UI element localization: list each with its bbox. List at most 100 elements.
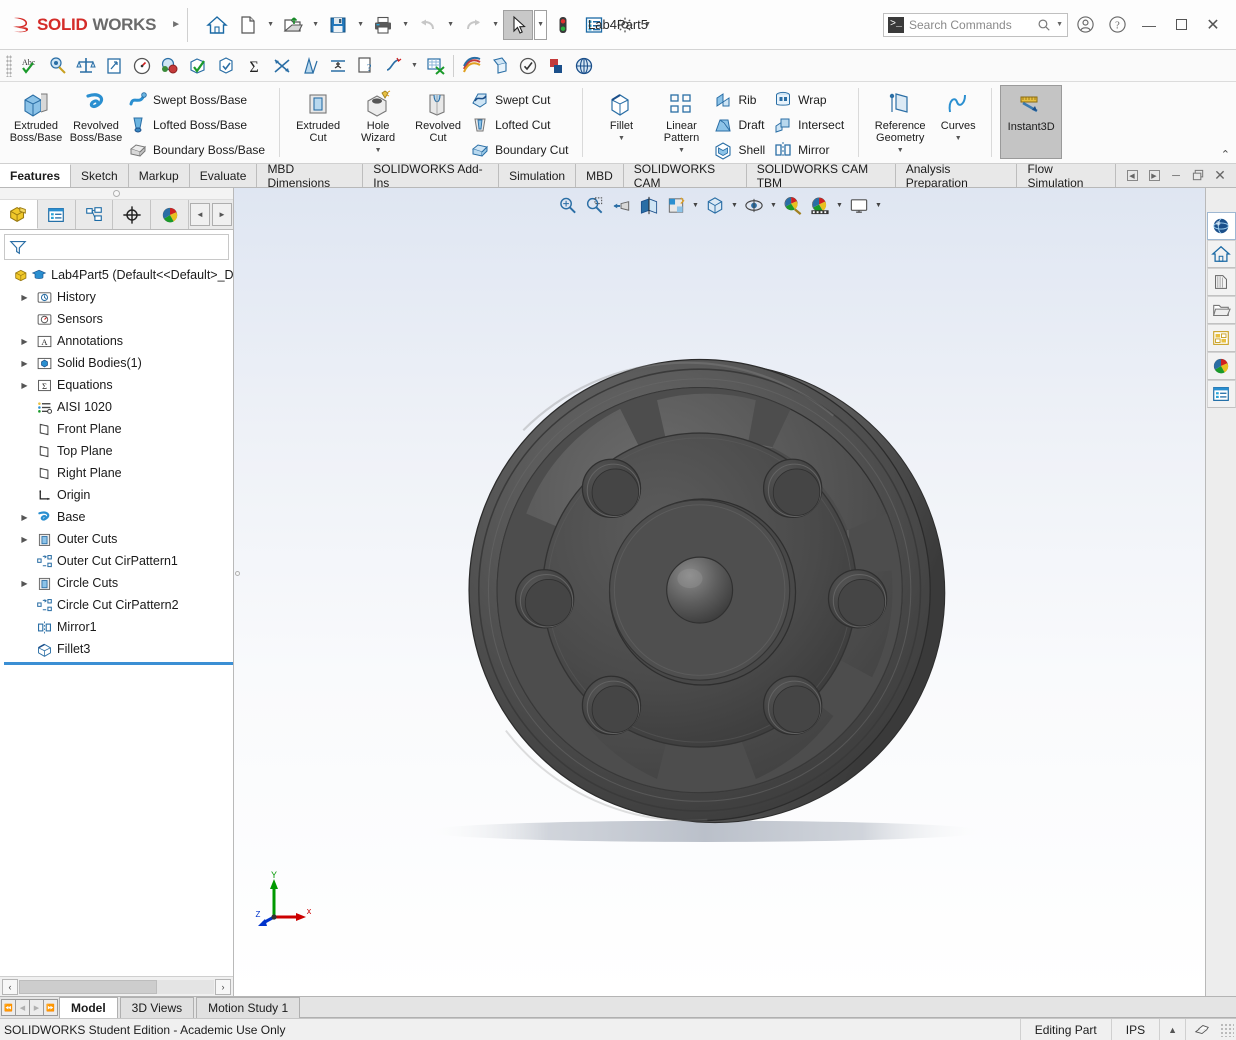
- curvature-icon[interactable]: [380, 52, 408, 80]
- expander[interactable]: ▶: [18, 535, 31, 544]
- design-library-home-icon[interactable]: [1206, 240, 1236, 268]
- statistics-icon[interactable]: Σ: [240, 52, 268, 80]
- expander[interactable]: ▶: [18, 381, 31, 390]
- feature-filter-bar[interactable]: [4, 234, 229, 260]
- intersect-button[interactable]: Intersect: [771, 112, 850, 137]
- zebra-stripes-icon[interactable]: [458, 52, 486, 80]
- fillet-dropdown[interactable]: ▼: [618, 133, 625, 145]
- view-orientation-dropdown[interactable]: ▼: [690, 193, 701, 217]
- tab-features[interactable]: Features: [0, 164, 72, 187]
- tree-node-circle-cut-cirpattern2[interactable]: ▶ Circle Cut CirPattern2: [4, 594, 233, 616]
- tab-simulation[interactable]: Simulation: [499, 164, 577, 187]
- custom-properties-icon[interactable]: [1206, 380, 1236, 408]
- revolved-cut-button[interactable]: Revolved Cut: [408, 85, 468, 144]
- compare-documents-icon[interactable]: ?: [352, 52, 380, 80]
- resize-grip[interactable]: [1220, 1022, 1234, 1037]
- solidworks-resources-icon[interactable]: [1206, 212, 1236, 240]
- status-units[interactable]: IPS: [1110, 1018, 1159, 1040]
- hscroll-thumb[interactable]: [19, 979, 157, 994]
- previous-tab-button[interactable]: ◀: [15, 999, 30, 1016]
- dimxpert-manager-tab[interactable]: [113, 200, 152, 229]
- hide-show-items-dropdown[interactable]: ▼: [768, 193, 779, 217]
- previous-view-icon[interactable]: [609, 193, 635, 217]
- expander[interactable]: ▶: [18, 337, 31, 346]
- extruded-cut-button[interactable]: Extruded Cut: [288, 85, 348, 144]
- geometry-check-icon[interactable]: [212, 52, 240, 80]
- feature-tree-tab[interactable]: [0, 200, 38, 229]
- redo-icon[interactable]: [458, 10, 488, 40]
- select-dropdown[interactable]: ▼: [534, 9, 548, 40]
- zoom-to-area-icon[interactable]: [582, 193, 608, 217]
- save-icon[interactable]: [323, 10, 353, 40]
- document-minimize-icon[interactable]: ─: [1166, 166, 1186, 186]
- tab-solidworks-add-ins[interactable]: SOLIDWORKS Add-Ins: [363, 162, 500, 190]
- new-document-icon[interactable]: [233, 10, 263, 40]
- feature-tree-hscrollbar[interactable]: ‹ ›: [0, 976, 233, 996]
- import-diagnostics-icon[interactable]: [268, 52, 296, 80]
- reference-geometry-dropdown[interactable]: ▼: [897, 145, 904, 157]
- close-window-button[interactable]: ✕: [1198, 10, 1228, 40]
- swept-cut-button[interactable]: Swept Cut: [468, 87, 574, 112]
- tree-node-mirror1[interactable]: ▶ Mirror1: [4, 616, 233, 638]
- options-list-icon[interactable]: [579, 10, 609, 40]
- open-document-icon[interactable]: [278, 10, 308, 40]
- curvature-display-icon[interactable]: [486, 52, 514, 80]
- bottom-tab-3d-views[interactable]: 3D Views: [119, 997, 195, 1018]
- sensor-icon[interactable]: [128, 52, 156, 80]
- thickness-analysis-icon[interactable]: [324, 52, 352, 80]
- save-dropdown[interactable]: ▼: [354, 10, 367, 40]
- tab-flow-simulation[interactable]: Flow Simulation: [1017, 162, 1116, 190]
- bottom-tab-model[interactable]: Model: [59, 997, 118, 1018]
- instant3d-button[interactable]: Instant3D: [1000, 85, 1063, 159]
- expander[interactable]: ▶: [18, 293, 31, 302]
- hole-wizard-dropdown[interactable]: ▼: [375, 145, 382, 157]
- extruded-boss-base-button[interactable]: Extruded Boss/Base: [6, 85, 66, 144]
- tab-mbd[interactable]: MBD: [576, 164, 624, 187]
- feature-tab-scroll-left[interactable]: ◄: [190, 203, 210, 226]
- tab-evaluate[interactable]: Evaluate: [189, 164, 258, 187]
- deviation-analysis-icon[interactable]: [421, 52, 449, 80]
- graphics-viewport[interactable]: ▼ ▼ ▼ ▼ ▼ Y x Z: [234, 188, 1205, 996]
- tree-node-fillet3[interactable]: ▶ Fillet3: [4, 638, 233, 660]
- overlay-icon[interactable]: [1185, 1018, 1218, 1040]
- help-icon[interactable]: ?: [1102, 10, 1132, 40]
- wheel-pulley-3d-model[interactable]: [234, 188, 1205, 996]
- minimize-window-button[interactable]: —: [1134, 10, 1164, 40]
- settings-gear-icon[interactable]: [610, 10, 640, 40]
- spell-check-icon[interactable]: Abc: [16, 52, 44, 80]
- tab-solidworks-cam-tbm[interactable]: SOLIDWORKS CAM TBM: [746, 162, 896, 190]
- print-dropdown[interactable]: ▼: [399, 10, 412, 40]
- linear-pattern-dropdown[interactable]: ▼: [678, 145, 685, 157]
- reference-geometry-button[interactable]: Reference Geometry ▼: [867, 85, 933, 157]
- tab-solidworks-cam[interactable]: SOLIDWORKS CAM: [623, 162, 747, 190]
- display-style-icon[interactable]: [702, 193, 728, 217]
- boundary-boss-base-button[interactable]: Boundary Boss/Base: [126, 137, 271, 162]
- rebuild-icon[interactable]: [548, 10, 578, 40]
- search-dropdown-caret[interactable]: ▼: [1056, 21, 1063, 28]
- mass-properties-icon[interactable]: [72, 52, 100, 80]
- maximize-window-button[interactable]: [1166, 10, 1196, 40]
- lofted-cut-button[interactable]: Lofted Cut: [468, 112, 574, 137]
- restore-left-icon[interactable]: ◀: [1122, 166, 1142, 186]
- view-palette-folder-icon[interactable]: [1206, 296, 1236, 324]
- search-commands-box[interactable]: >_ Search Commands ▼: [883, 12, 1068, 37]
- tree-node-outer-cut-cirpattern1[interactable]: ▶ Outer Cut CirPattern1: [4, 550, 233, 572]
- open-document-dropdown[interactable]: ▼: [309, 10, 322, 40]
- tree-node-front-plane[interactable]: ▶ Front Plane: [4, 418, 233, 440]
- menu-expand-arrow[interactable]: ►: [171, 19, 181, 30]
- linear-pattern-button[interactable]: Linear Pattern ▼: [651, 85, 711, 157]
- display-manager-tab[interactable]: [151, 200, 189, 229]
- section-view-icon[interactable]: [636, 193, 662, 217]
- expander[interactable]: ▶: [18, 579, 31, 588]
- custom-properties-color-icon[interactable]: [1206, 352, 1236, 380]
- restore-right-icon[interactable]: ▶: [1144, 166, 1164, 186]
- tab-analysis-preparation[interactable]: Analysis Preparation: [895, 162, 1018, 190]
- document-close-icon[interactable]: ✕: [1210, 166, 1230, 186]
- mirror-button[interactable]: Mirror: [771, 137, 850, 162]
- tree-node-annotations[interactable]: ▶ A Annotations: [4, 330, 233, 352]
- configuration-manager-tab[interactable]: [75, 200, 114, 229]
- first-tab-button[interactable]: ⏪: [1, 999, 16, 1016]
- tree-node-sensors[interactable]: ▶ Sensors: [4, 308, 233, 330]
- draft-button[interactable]: Draft: [711, 112, 771, 137]
- view-settings-dropdown[interactable]: ▼: [873, 193, 884, 217]
